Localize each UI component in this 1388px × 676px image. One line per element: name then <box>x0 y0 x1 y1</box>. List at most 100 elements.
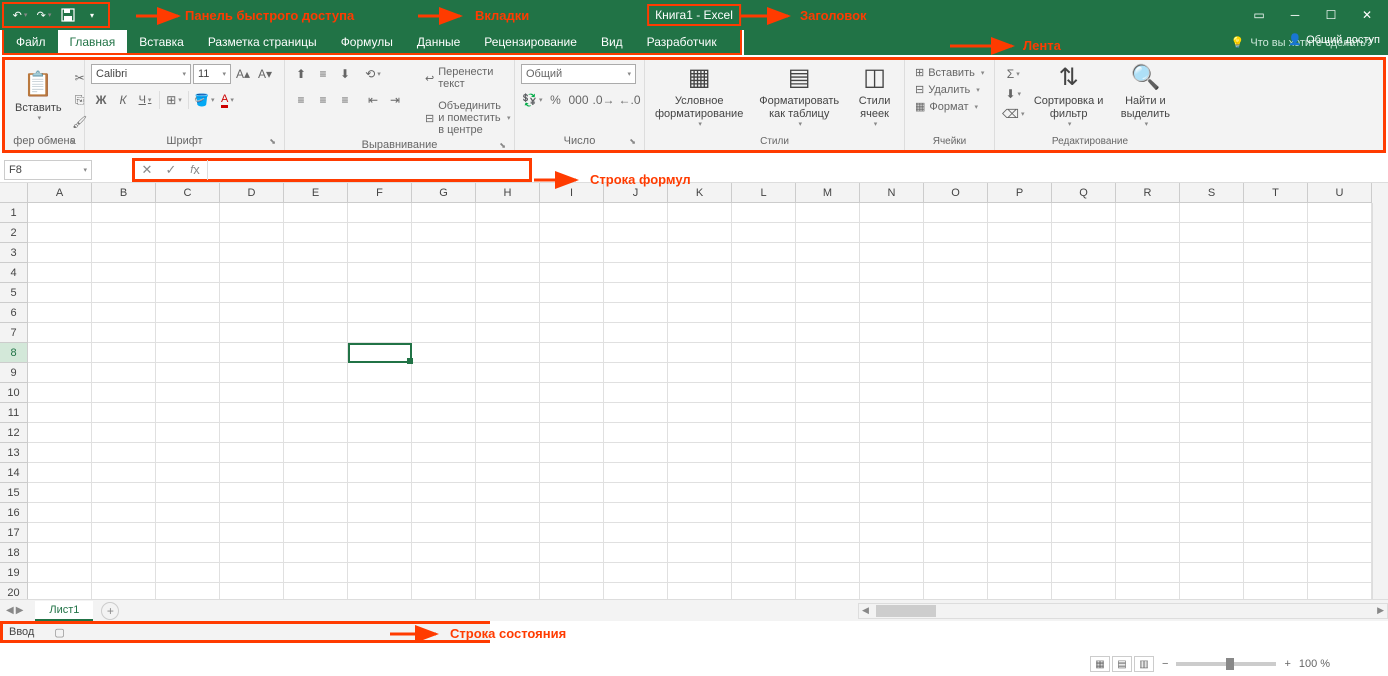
cell[interactable] <box>1116 323 1180 343</box>
cell[interactable] <box>348 583 412 599</box>
cell[interactable] <box>924 523 988 543</box>
cell[interactable] <box>1052 283 1116 303</box>
cell[interactable] <box>1180 323 1244 343</box>
cell[interactable] <box>796 303 860 323</box>
cell[interactable] <box>412 223 476 243</box>
cell[interactable] <box>348 323 412 343</box>
row-header[interactable]: 4 <box>0 263 28 283</box>
cell[interactable] <box>668 223 732 243</box>
cell[interactable] <box>1180 523 1244 543</box>
cell[interactable] <box>1244 543 1308 563</box>
cell[interactable] <box>796 403 860 423</box>
cell[interactable] <box>860 203 924 223</box>
cell[interactable] <box>156 583 220 599</box>
cell[interactable] <box>540 543 604 563</box>
column-header[interactable]: N <box>860 183 924 203</box>
cell[interactable] <box>540 463 604 483</box>
cell[interactable] <box>1244 583 1308 599</box>
cell[interactable] <box>348 503 412 523</box>
cell[interactable] <box>988 483 1052 503</box>
cell[interactable] <box>92 283 156 303</box>
cell[interactable] <box>1052 463 1116 483</box>
cell[interactable] <box>156 483 220 503</box>
cell[interactable] <box>988 563 1052 583</box>
cell[interactable] <box>1180 443 1244 463</box>
cell[interactable] <box>284 223 348 243</box>
fill-color-button[interactable]: 🪣▾ <box>193 90 215 110</box>
cell[interactable] <box>28 423 92 443</box>
cell[interactable] <box>348 283 412 303</box>
cell[interactable] <box>1052 403 1116 423</box>
cell[interactable] <box>604 583 668 599</box>
cell[interactable] <box>284 283 348 303</box>
share-button[interactable]: 👤 Общий доступ <box>1288 33 1380 46</box>
column-header[interactable]: P <box>988 183 1052 203</box>
cell[interactable] <box>412 503 476 523</box>
sheet-nav-next[interactable]: ▶ <box>16 605 24 616</box>
cell[interactable] <box>220 543 284 563</box>
cell[interactable] <box>28 563 92 583</box>
conditional-formatting-button[interactable]: ▦Условное форматирование▾ <box>651 64 747 130</box>
cell[interactable] <box>92 403 156 423</box>
cell[interactable] <box>924 303 988 323</box>
row-header[interactable]: 3 <box>0 243 28 263</box>
column-header[interactable]: G <box>412 183 476 203</box>
cell[interactable] <box>476 303 540 323</box>
cell[interactable] <box>92 583 156 599</box>
cell[interactable] <box>1308 463 1372 483</box>
cell[interactable] <box>284 523 348 543</box>
cell[interactable] <box>796 283 860 303</box>
cell[interactable] <box>924 263 988 283</box>
cell[interactable] <box>540 483 604 503</box>
cell[interactable] <box>924 383 988 403</box>
cell[interactable] <box>28 523 92 543</box>
cell[interactable] <box>732 463 796 483</box>
cell[interactable] <box>1052 323 1116 343</box>
cell[interactable] <box>1244 343 1308 363</box>
page-layout-view-button[interactable]: ▤ <box>1112 656 1132 672</box>
row-header[interactable]: 9 <box>0 363 28 383</box>
cell[interactable] <box>28 343 92 363</box>
align-middle-button[interactable]: ≡ <box>313 64 333 84</box>
cell[interactable] <box>668 483 732 503</box>
cell[interactable] <box>668 363 732 383</box>
cell[interactable] <box>1308 323 1372 343</box>
cell[interactable] <box>796 463 860 483</box>
borders-button[interactable]: ⊞▾ <box>164 90 184 110</box>
cell[interactable] <box>924 443 988 463</box>
formula-input[interactable] <box>207 160 529 180</box>
cell[interactable] <box>156 403 220 423</box>
cell[interactable] <box>1244 403 1308 423</box>
column-header[interactable]: A <box>28 183 92 203</box>
cell[interactable] <box>284 583 348 599</box>
cell[interactable] <box>604 363 668 383</box>
cell[interactable] <box>604 463 668 483</box>
cell[interactable] <box>476 563 540 583</box>
cell[interactable] <box>476 263 540 283</box>
cell[interactable] <box>732 303 796 323</box>
cell[interactable] <box>988 383 1052 403</box>
font-name-select[interactable]: Calibri▾ <box>91 64 191 84</box>
zoom-out-button[interactable]: − <box>1162 658 1168 670</box>
cell[interactable] <box>1116 343 1180 363</box>
font-size-select[interactable]: 11▾ <box>193 64 231 84</box>
save-button[interactable] <box>58 5 78 25</box>
cell[interactable] <box>28 543 92 563</box>
cell[interactable] <box>1052 423 1116 443</box>
cell[interactable] <box>988 503 1052 523</box>
cell[interactable] <box>28 203 92 223</box>
cell[interactable] <box>284 303 348 323</box>
cell[interactable] <box>924 243 988 263</box>
cell[interactable] <box>924 423 988 443</box>
cell[interactable] <box>668 423 732 443</box>
decrease-font-button[interactable]: A▾ <box>255 64 275 84</box>
cell[interactable] <box>988 363 1052 383</box>
delete-cells-button[interactable]: ⊟Удалить▾ <box>911 81 984 98</box>
cell[interactable] <box>988 283 1052 303</box>
cell[interactable] <box>796 543 860 563</box>
cell[interactable] <box>28 463 92 483</box>
cell[interactable] <box>1052 223 1116 243</box>
cell[interactable] <box>284 383 348 403</box>
cell[interactable] <box>476 423 540 443</box>
cell[interactable] <box>1052 343 1116 363</box>
